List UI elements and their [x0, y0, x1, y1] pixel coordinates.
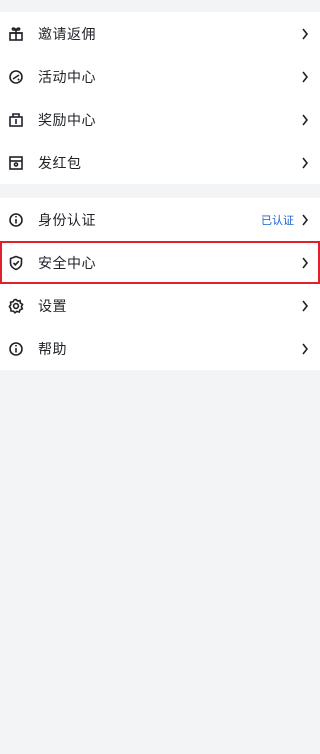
menu-item-identity-verification[interactable]: 身份认证 已认证 [0, 198, 320, 241]
activity-icon [8, 69, 24, 85]
menu-item-red-packet[interactable]: 发红包 [0, 141, 320, 184]
menu-item-label: 身份认证 [38, 212, 96, 229]
menu-item-help[interactable]: 帮助 [0, 327, 320, 370]
chevron-right-icon [300, 300, 310, 312]
menu-item-label: 帮助 [38, 341, 67, 358]
shield-icon [8, 255, 24, 271]
chevron-right-icon [300, 114, 310, 126]
top-spacer [0, 0, 320, 12]
verified-status: 已认证 [261, 213, 294, 227]
menu-item-label: 安全中心 [38, 255, 96, 272]
bottom-spacer [0, 370, 320, 754]
menu-group-2: 身份认证 已认证 安全中心 设置 帮助 [0, 198, 320, 370]
chevron-right-icon [300, 71, 310, 83]
help-icon [8, 341, 24, 357]
menu-item-security-center[interactable]: 安全中心 [0, 241, 320, 284]
info-icon [8, 212, 24, 228]
gift-icon [8, 26, 24, 42]
menu-item-label: 邀请返佣 [38, 26, 96, 43]
chevron-right-icon [300, 157, 310, 169]
chevron-right-icon [300, 214, 310, 226]
menu-item-label: 活动中心 [38, 69, 96, 86]
menu-item-settings[interactable]: 设置 [0, 284, 320, 327]
chevron-right-icon [300, 28, 310, 40]
gear-icon [8, 298, 24, 314]
reward-icon [8, 112, 24, 128]
menu-item-activity-center[interactable]: 活动中心 [0, 55, 320, 98]
chevron-right-icon [300, 257, 310, 269]
menu-item-label: 奖励中心 [38, 112, 96, 129]
menu-item-label: 发红包 [38, 155, 82, 172]
section-divider [0, 184, 320, 198]
chevron-right-icon [300, 343, 310, 355]
menu-item-reward-center[interactable]: 奖励中心 [0, 98, 320, 141]
menu-group-1: 邀请返佣 活动中心 奖励中心 发红包 [0, 12, 320, 184]
menu-item-label: 设置 [38, 298, 67, 315]
red-packet-icon [8, 155, 24, 171]
menu-item-invite-rebate[interactable]: 邀请返佣 [0, 12, 320, 55]
